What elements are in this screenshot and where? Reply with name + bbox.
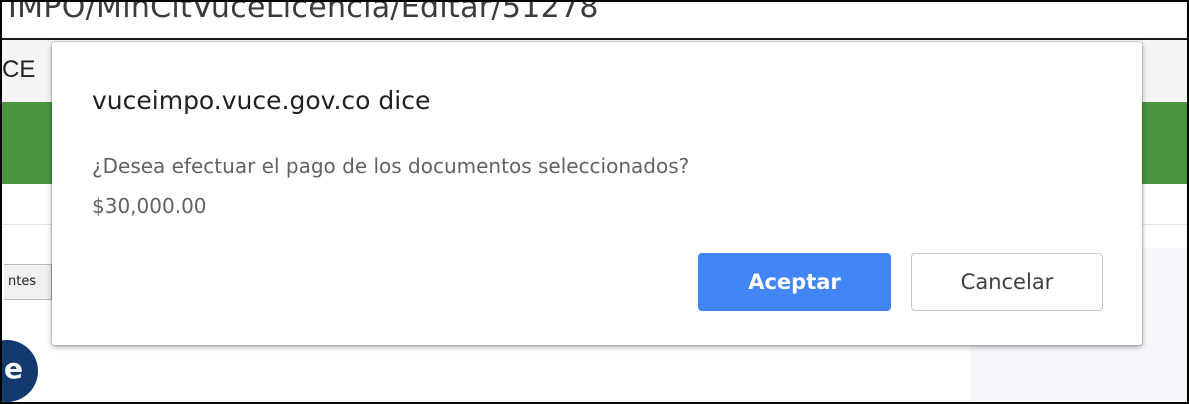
- dialog-message-amount: $30,000.00: [92, 194, 207, 218]
- nav-label-fragment: CE: [2, 56, 36, 83]
- address-bar-url: IMPO/MinCitVuceLicencia/Editar/51278: [8, 2, 599, 25]
- address-bar[interactable]: IMPO/MinCitVuceLicencia/Editar/51278: [2, 2, 1187, 38]
- dialog-title: vuceimpo.vuce.gov.co dice: [92, 86, 431, 115]
- confirm-dialog: vuceimpo.vuce.gov.co dice ¿Desea efectua…: [52, 42, 1142, 345]
- screenshot-frame: IMPO/MinCitVuceLicencia/Editar/51278 CE …: [0, 0, 1189, 404]
- dialog-message: ¿Desea efectuar el pago de los documento…: [92, 146, 689, 226]
- cancel-button[interactable]: Cancelar: [911, 253, 1103, 311]
- floating-action-button[interactable]: e: [2, 340, 38, 402]
- dialog-message-question: ¿Desea efectuar el pago de los documento…: [92, 154, 690, 178]
- page-tab-fragment[interactable]: ntes: [4, 264, 52, 300]
- floating-action-glyph: e: [4, 352, 23, 385]
- accept-button[interactable]: Aceptar: [698, 253, 891, 311]
